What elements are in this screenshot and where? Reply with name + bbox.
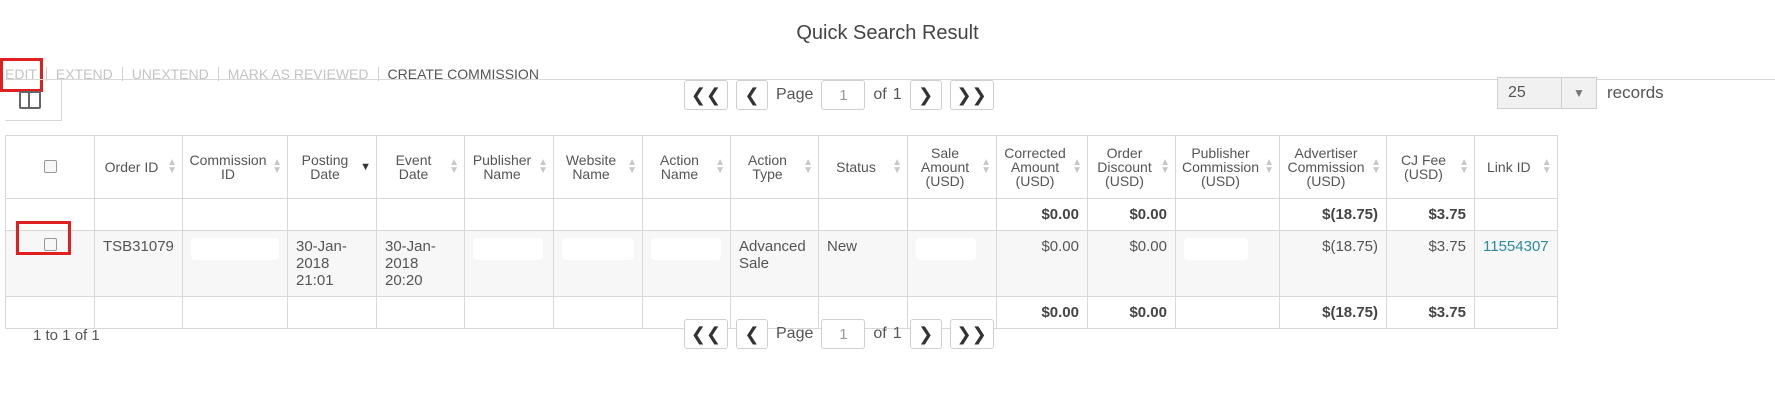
cell-publisher-commission — [1175, 230, 1280, 297]
page-number-input[interactable] — [821, 80, 866, 110]
next-page-icon[interactable]: ❯ — [909, 319, 942, 349]
total-pages: 1 — [892, 86, 902, 103]
records-value: 25 — [1508, 84, 1526, 101]
redacted-block — [1184, 238, 1248, 260]
summary-order-discount: $0.00 — [1087, 198, 1176, 231]
total-pages: 1 — [892, 325, 902, 342]
sort-icon: ▲ ▼ — [803, 157, 813, 176]
summary-cj-fee: $3.75 — [1386, 198, 1475, 231]
first-page-icon[interactable]: ❮❮ — [684, 80, 728, 110]
records-per-page: 25 ▼ records — [1497, 77, 1664, 109]
records-label: records — [1607, 83, 1664, 102]
cell-publisher-name — [464, 230, 554, 297]
col-sale-amount[interactable]: Sale Amount (USD) ▲ ▼ — [907, 135, 997, 199]
col-website-name[interactable]: Website Name ▲ ▼ — [553, 135, 643, 199]
cell-status: New — [818, 230, 908, 297]
cell-cj-fee: $3.75 — [1386, 230, 1475, 297]
col-action-name[interactable]: Action Name ▲ ▼ — [642, 135, 731, 199]
redacted-block — [651, 238, 721, 260]
link-id-link[interactable]: 11554307 — [1483, 238, 1549, 255]
col-action-type[interactable]: Action Type ▲ ▼ — [730, 135, 819, 199]
cell-action-type: Advanced Sale — [730, 230, 819, 297]
summary-row: $0.00 $0.00 $(18.75) $3.75 — [5, 198, 1558, 231]
sort-icon: ▲ ▼ — [892, 157, 902, 176]
cell-corrected-amount: $0.00 — [996, 230, 1088, 297]
sort-icon: ▲ ▼ — [1072, 157, 1082, 176]
next-page-icon[interactable]: ❯ — [909, 80, 942, 110]
total-cj-fee: $3.75 — [1386, 296, 1475, 329]
total-advertiser-commission: $(18.75) — [1279, 296, 1387, 329]
col-advertiser-commission[interactable]: Advertiser Commission (USD) ▲ ▼ — [1279, 135, 1387, 199]
col-publisher-commission[interactable]: Publisher Commission (USD) ▲ ▼ — [1175, 135, 1280, 199]
highlight-box-row-checkbox — [16, 221, 71, 255]
prev-page-icon[interactable]: ❮ — [736, 319, 768, 349]
sort-icon: ▲ ▼ — [538, 157, 548, 176]
table-row[interactable]: TSB31079 30-Jan-2018 21:01 30-Jan-2018 2… — [5, 230, 1558, 297]
redacted-block — [473, 238, 543, 260]
cell-link-id[interactable]: 11554307 — [1474, 230, 1558, 297]
records-select[interactable]: 25 ▼ — [1497, 77, 1597, 109]
summary-corrected-amount: $0.00 — [996, 198, 1088, 231]
cell-event-date: 30-Jan-2018 20:20 — [376, 230, 465, 297]
select-all-cell — [5, 135, 95, 199]
column-toggle-cell — [5, 80, 62, 121]
col-posting-date[interactable]: Posting Date ▼ — [287, 135, 377, 199]
redacted-block — [191, 238, 279, 260]
page-label: Page — [776, 325, 814, 342]
sort-icon: ▲ ▼ — [449, 157, 459, 176]
col-publisher-name[interactable]: Publisher Name ▲ ▼ — [464, 135, 554, 199]
cell-commission-id — [182, 230, 288, 297]
col-order-discount[interactable]: Order Discount (USD) ▲ ▼ — [1087, 135, 1176, 199]
col-link-id[interactable]: Link ID ▲ ▼ — [1474, 135, 1558, 199]
total-corrected-amount: $0.00 — [996, 296, 1088, 329]
sort-desc-icon: ▼ — [360, 161, 371, 173]
sort-icon: ▲ ▼ — [1160, 157, 1170, 176]
last-page-icon[interactable]: ❯❯ — [949, 80, 994, 110]
of-label: of — [873, 86, 887, 103]
select-all-checkbox[interactable] — [43, 159, 57, 173]
cell-order-discount: $0.00 — [1087, 230, 1176, 297]
page-label: Page — [776, 86, 814, 103]
cell-order-id: TSB31079 — [94, 230, 183, 297]
col-commission-id[interactable]: Commission ID ▲ ▼ — [182, 135, 288, 199]
total-order-discount: $0.00 — [1087, 296, 1176, 329]
cell-website-name — [553, 230, 643, 297]
redacted-block — [916, 238, 976, 260]
cell-advertiser-commission: $(18.75) — [1279, 230, 1387, 297]
sort-icon: ▲ ▼ — [1541, 157, 1552, 176]
dropdown-arrow-icon: ▼ — [1561, 78, 1596, 108]
col-event-date[interactable]: Event Date ▲ ▼ — [376, 135, 465, 199]
col-status[interactable]: Status ▲ ▼ — [818, 135, 908, 199]
sort-icon: ▲ ▼ — [1371, 157, 1381, 176]
summary-advertiser-commission: $(18.75) — [1279, 198, 1387, 231]
sort-icon: ▲ ▼ — [272, 157, 282, 176]
record-count: 1 to 1 of 1 — [33, 327, 100, 344]
redacted-block — [562, 238, 634, 260]
first-page-icon[interactable]: ❮❮ — [684, 319, 728, 349]
cell-posting-date: 30-Jan-2018 21:01 — [287, 230, 377, 297]
page-number-input[interactable] — [821, 319, 866, 349]
page-title: Quick Search Result — [796, 22, 979, 44]
sort-icon: ▲ ▼ — [981, 157, 991, 176]
pager-bottom: ❮❮ ❮ Page of 1 ❯ ❯❯ — [684, 319, 994, 349]
col-corrected-amount[interactable]: Corrected Amount (USD) ▲ ▼ — [996, 135, 1088, 199]
of-label: of — [873, 325, 887, 342]
sort-icon: ▲ ▼ — [1459, 157, 1469, 176]
sort-icon: ▲ ▼ — [627, 157, 637, 176]
cell-action-name — [642, 230, 731, 297]
sort-icon: ▲ ▼ — [715, 157, 725, 176]
column-toggle-icon[interactable] — [19, 91, 41, 109]
last-page-icon[interactable]: ❯❯ — [949, 319, 994, 349]
col-cj-fee[interactable]: CJ Fee (USD) ▲ ▼ — [1386, 135, 1475, 199]
cell-sale-amount — [907, 230, 997, 297]
header-row: Order ID ▲ ▼ Commission ID ▲ ▼ Posting Date ▼… — [5, 135, 1558, 199]
prev-page-icon[interactable]: ❮ — [736, 80, 768, 110]
results-panel: ❮❮ ❮ Page of 1 ❯ ❯❯ 25 ▼ records Order I… — [5, 77, 1775, 408]
pager-top: ❮❮ ❮ Page of 1 ❯ ❯❯ — [684, 80, 994, 110]
results-table: Order ID ▲ ▼ Commission ID ▲ ▼ Posting Date ▼… — [5, 135, 1558, 329]
col-order-id[interactable]: Order ID ▲ ▼ — [94, 135, 183, 199]
sort-icon: ▲ ▼ — [167, 157, 177, 176]
sort-icon: ▲ ▼ — [1264, 157, 1274, 176]
